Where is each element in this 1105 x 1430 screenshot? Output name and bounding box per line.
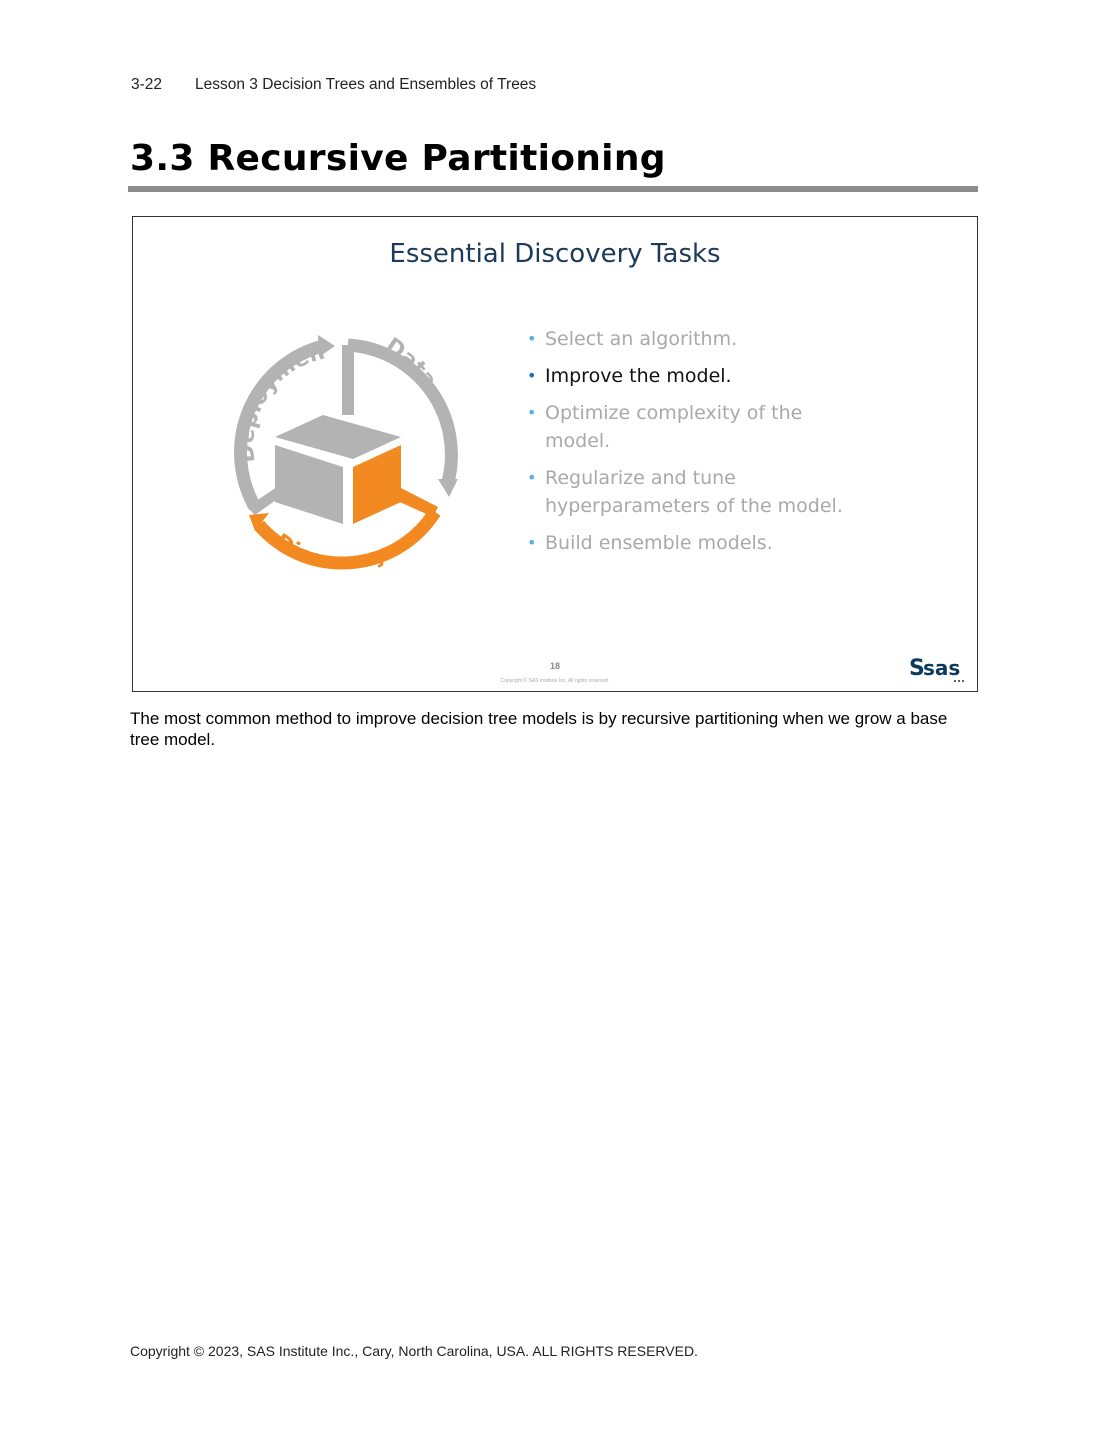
cube-right xyxy=(353,445,401,524)
page-number: 3-22 xyxy=(131,76,163,93)
bullet-icon: • xyxy=(527,468,537,487)
data-arrowhead xyxy=(438,479,458,497)
bullet-icon: • xyxy=(527,366,537,385)
section-heading: 3.3 Recursive Partitioning xyxy=(130,138,666,179)
running-head: 3-22 Lesson 3 Decision Trees and Ensemble… xyxy=(131,76,536,94)
bullet-item: • Build ensemble models. xyxy=(527,529,855,557)
bullet-icon: • xyxy=(527,403,537,422)
bullet-icon: • xyxy=(527,533,537,552)
slide-number: 18 xyxy=(549,661,560,671)
slide-copyright: Copyright © SAS Institute Inc. All right… xyxy=(500,678,610,684)
discovery-label: Discovery xyxy=(270,529,391,575)
slide-frame: Essential Discovery Tasks Deployment Dat… xyxy=(132,216,978,692)
bullet-item: • Select an algorithm. xyxy=(527,325,855,353)
connector-top xyxy=(342,345,354,415)
sas-logo: S sas xyxy=(909,656,964,682)
analytics-lifecycle-graphic: Deployment Data Discovery xyxy=(183,317,458,575)
bullet-icon: • xyxy=(527,329,537,348)
cube-left xyxy=(275,445,343,524)
bullet-item: • Optimize complexity of the model. xyxy=(527,399,855,455)
svg-text:sas: sas xyxy=(923,656,960,680)
bullet-item-active: • Improve the model. xyxy=(527,362,855,390)
heading-rule xyxy=(128,186,978,192)
task-bullet-list: • Select an algorithm. • Improve the model… xyxy=(527,325,855,566)
slide-title: Essential Discovery Tasks xyxy=(389,239,721,269)
lesson-title: Lesson 3 Decision Trees and Ensembles of… xyxy=(195,76,537,93)
body-paragraph: The most common method to improve decisi… xyxy=(130,709,948,749)
page-footer-copyright: Copyright © 2023, SAS Institute Inc., Ca… xyxy=(130,1343,698,1359)
bullet-item: • Regularize and tune hyperparameters of … xyxy=(527,464,855,520)
